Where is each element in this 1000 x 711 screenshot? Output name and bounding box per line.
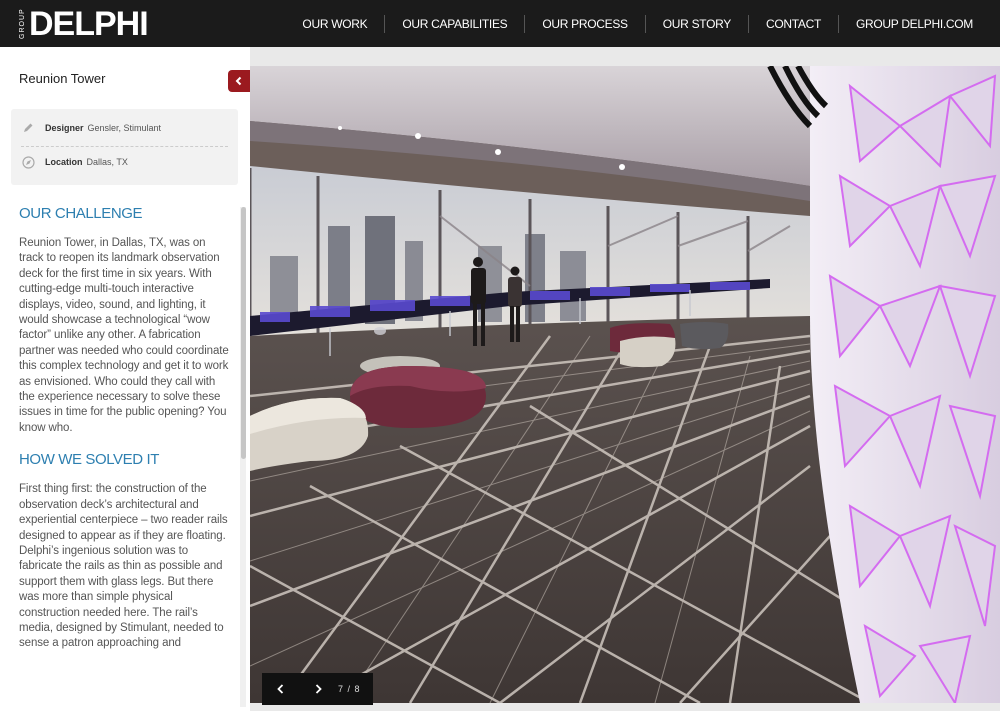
designer-row: Designer Gensler, Stimulant [21,118,161,138]
gallery-prev-button[interactable] [262,673,299,705]
logo-group-text: GROUP [19,8,26,40]
pencil-icon [21,121,35,135]
gallery-next-button[interactable] [299,673,336,705]
location-row: Location Dallas, TX [21,152,128,172]
nav-our-capabilities[interactable]: OUR CAPABILITIES [384,14,524,33]
chevron-right-icon [315,684,322,694]
project-photo [250,66,1000,703]
sidebar-scrollbar-thumb[interactable] [241,207,246,459]
challenge-heading: OUR CHALLENGE [19,205,143,222]
chevron-left-icon [235,76,242,86]
location-label: Location [45,157,83,167]
solution-heading: HOW WE SOLVED IT [19,451,159,469]
observation-deck-photo [250,66,1000,703]
project-sidebar: Reunion Tower Designer Gensler, Stimulan… [0,47,250,711]
project-title: Reunion Tower [19,71,106,86]
top-navigation-bar: GROUP DELPHI OUR WORK OUR CAPABILITIES O… [0,0,1000,47]
designer-value: Gensler, Stimulant [87,123,162,133]
nav-our-story[interactable]: OUR STORY [644,14,748,33]
project-description: OUR CHALLENGE Reunion Tower, in Dallas, … [19,205,229,667]
collapse-sidebar-button[interactable] [228,70,250,92]
gallery-controls: 7 / 8 [262,673,373,705]
solution-body: First thing first: the construction of t… [19,483,228,650]
main-nav: OUR WORK OUR CAPABILITIES OUR PROCESS OU… [285,0,990,47]
designer-label: Designer [45,123,84,133]
location-value: Dallas, TX [86,157,128,167]
nav-contact[interactable]: CONTACT [747,14,838,33]
nav-group-delphi-com[interactable]: GROUP DELPHI.COM [838,14,990,33]
challenge-body: Reunion Tower, in Dallas, TX, was on tra… [19,237,229,434]
gallery-counter: 7 / 8 [338,684,361,694]
nav-our-process[interactable]: OUR PROCESS [524,14,644,33]
project-info-box: Designer Gensler, Stimulant Location Dal… [11,109,238,185]
nav-our-work[interactable]: OUR WORK [285,15,384,33]
chevron-left-icon [276,684,283,694]
info-divider [21,146,228,147]
compass-icon [21,155,35,169]
logo-delphi-text: DELPHI [29,5,149,43]
